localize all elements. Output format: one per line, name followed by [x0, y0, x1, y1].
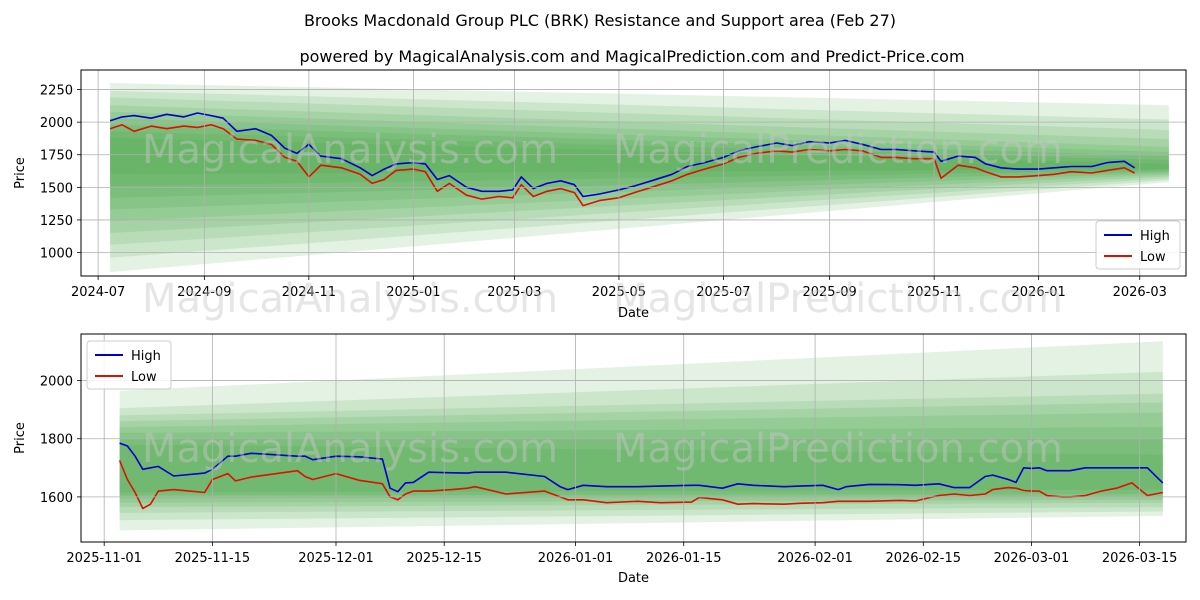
watermark: MagicalAnalysis.com — [142, 426, 558, 472]
legend: High Low — [86, 340, 172, 390]
x-tick-label: 2026-03-01 — [994, 551, 1070, 566]
chart-subtitle: powered by MagicalAnalysis.com and Magic… — [299, 47, 964, 66]
y-tick-label: 1600 — [40, 491, 73, 506]
x-tick-label: 2026-03 — [1113, 285, 1167, 300]
x-axis-label: Date — [618, 571, 649, 586]
y-axis-label: Price — [13, 157, 28, 189]
legend-label-low: Low — [131, 370, 157, 385]
figure: Brooks Macdonald Group PLC (BRK) Resista… — [0, 0, 1200, 600]
y-tick-label: 1000 — [40, 247, 73, 262]
x-tick-label: 2025-11-15 — [175, 551, 251, 566]
x-tick-label: 2026-01-01 — [538, 551, 614, 566]
x-tick-label: 2024-07 — [71, 285, 125, 300]
legend-label-high: High — [1140, 229, 1170, 244]
watermark: MagicalPrediction.com — [613, 426, 1063, 472]
watermark: MagicalPrediction.com — [613, 276, 1063, 322]
x-tick-label: 2026-01-15 — [646, 551, 722, 566]
chart-title: Brooks Macdonald Group PLC (BRK) Resista… — [304, 11, 896, 30]
y-tick-label: 1750 — [40, 149, 73, 164]
legend-label-low: Low — [1140, 250, 1166, 265]
watermark: MagicalPrediction.com — [613, 127, 1063, 173]
y-tick-label: 2000 — [40, 116, 73, 131]
x-tick-label: 2025-12-15 — [406, 551, 482, 566]
x-tick-label: 2026-02-01 — [777, 551, 853, 566]
y-tick-label: 1250 — [40, 214, 73, 229]
watermark: MagicalAnalysis.com — [142, 276, 558, 322]
x-tick-label: 2026-02-15 — [885, 551, 961, 566]
watermark: MagicalAnalysis.com — [142, 127, 558, 173]
legend-label-high: High — [131, 349, 161, 364]
y-tick-label: 1500 — [40, 181, 73, 196]
y-tick-label: 1800 — [40, 433, 73, 448]
legend: High Low — [1095, 220, 1181, 270]
y-tick-label: 2250 — [40, 84, 73, 99]
x-tick-label: 2026-03-15 — [1102, 551, 1178, 566]
y-axis-label: Price — [13, 422, 28, 454]
x-axis-label: Date — [618, 306, 649, 321]
x-tick-label: 2025-12-01 — [298, 551, 374, 566]
y-tick-label: 2000 — [40, 375, 73, 390]
x-tick-label: 2025-11-01 — [66, 551, 142, 566]
